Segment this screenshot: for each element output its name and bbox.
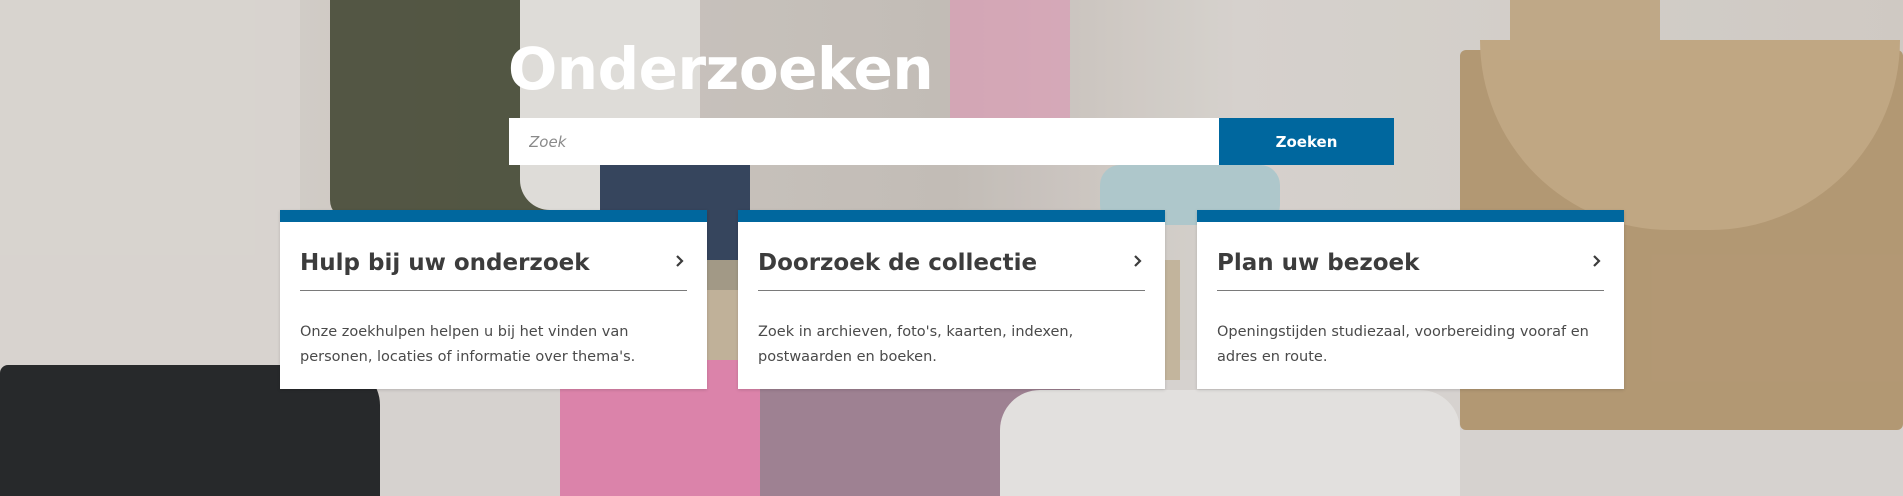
chevron-right-icon [1593, 255, 1601, 267]
search-button[interactable]: Zoeken [1219, 118, 1394, 165]
page-title: Onderzoeken [508, 35, 934, 103]
card-plan-uw-bezoek[interactable]: Plan uw bezoek Openingstijden studiezaal… [1197, 210, 1624, 389]
card-title: Hulp bij uw onderzoek [300, 250, 590, 276]
card-description: Zoek in archieven, foto's, kaarten, inde… [758, 324, 1074, 365]
card-doorzoek-collectie[interactable]: Doorzoek de collectie Zoek in archieven,… [738, 210, 1165, 389]
card-description: Onze zoekhulpen helpen u bij het vinden … [300, 324, 636, 365]
card-title: Plan uw bezoek [1217, 250, 1420, 276]
chevron-right-icon [1134, 255, 1142, 267]
card-title: Doorzoek de collectie [758, 250, 1038, 276]
card-hulp-bij-onderzoek[interactable]: Hulp bij uw onderzoek Onze zoekhulpen he… [280, 210, 707, 389]
card-header: Plan uw bezoek [1217, 250, 1604, 291]
search-input[interactable] [509, 118, 1219, 165]
card-header: Doorzoek de collectie [758, 250, 1145, 291]
search-form: Zoeken [509, 118, 1394, 165]
card-description: Openingstijden studiezaal, voorbereiding… [1217, 324, 1589, 365]
card-header: Hulp bij uw onderzoek [300, 250, 687, 291]
chevron-right-icon [676, 255, 684, 267]
